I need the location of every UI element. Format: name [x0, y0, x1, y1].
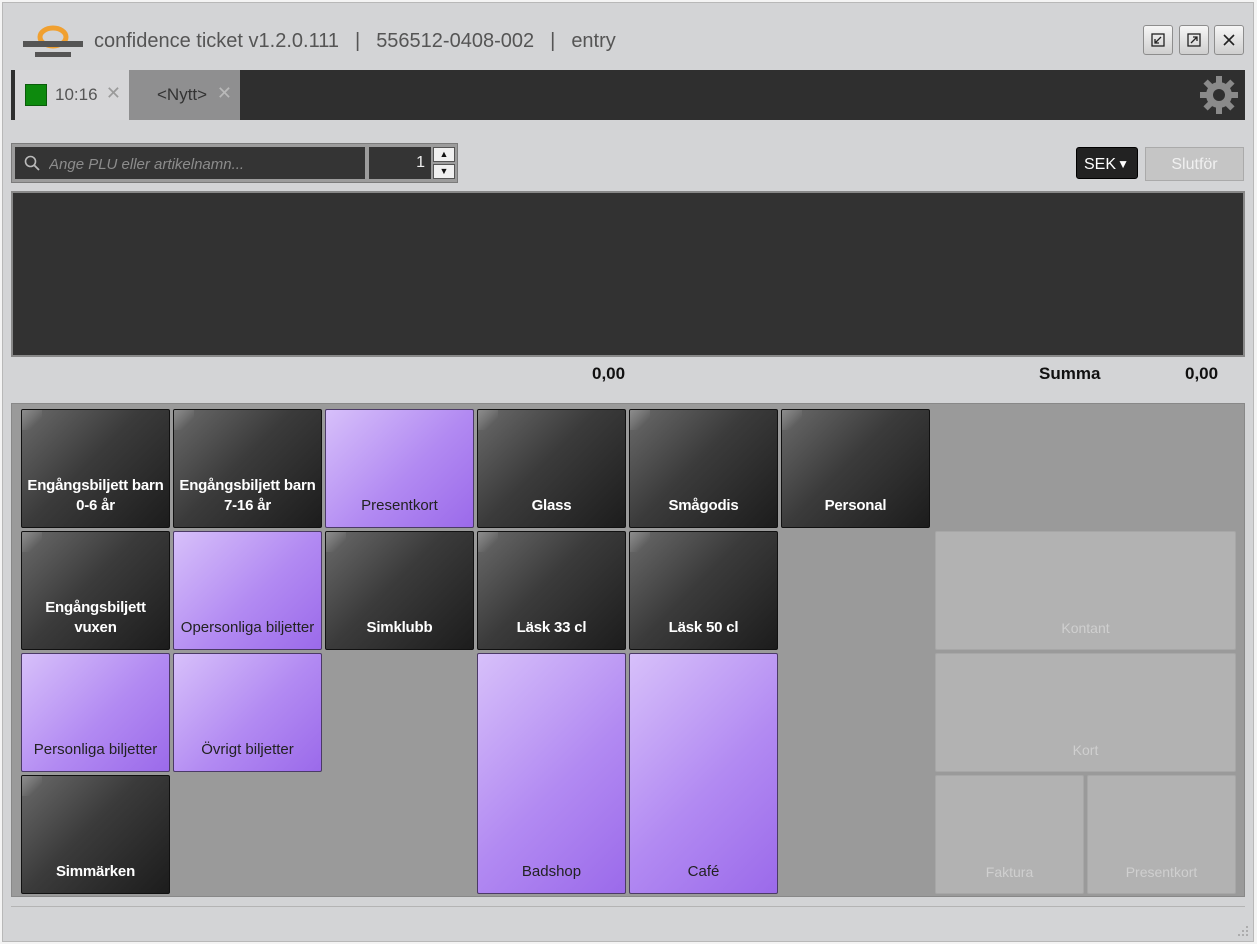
product-button[interactable]: Smågodis [629, 409, 778, 528]
resize-grip-icon[interactable] [1237, 925, 1249, 937]
payment-giftcard-button[interactable]: Presentkort [1087, 775, 1236, 894]
app-window: confidence ticket v1.2.0.111 | 556512-0408… [2, 2, 1254, 942]
product-button[interactable]: Simklubb [325, 531, 474, 650]
quantity-input[interactable]: 1 [369, 147, 431, 179]
product-button[interactable]: Engångsbiljett barn 0-6 år [21, 409, 170, 528]
product-button[interactable]: Glass [477, 409, 626, 528]
subtotal-value: 0,00 [592, 364, 626, 383]
tab-close-icon[interactable]: ✕ [106, 83, 121, 104]
product-button[interactable]: Engångsbiljett vuxen [21, 531, 170, 650]
quantity-stepper: ▲ ▼ [433, 147, 455, 179]
receipt-list[interactable] [11, 191, 1245, 357]
tab-label: <Nytt> [157, 85, 208, 104]
summa-label: Summa [1039, 364, 1101, 383]
tab-bar: 10:16 ✕ <Nytt> ✕ [11, 70, 1245, 120]
restore-up-button[interactable] [1179, 25, 1209, 55]
restore-up-icon [1187, 33, 1201, 47]
product-button[interactable]: Presentkort [325, 409, 474, 528]
product-button[interactable]: Personal [781, 409, 930, 528]
confidence-logo [23, 25, 83, 57]
product-button[interactable]: Personliga biljetter [21, 653, 170, 772]
status-divider [11, 906, 1245, 907]
quantity-up-button[interactable]: ▲ [433, 147, 455, 162]
restore-down-icon [1151, 33, 1165, 47]
settings-gear-icon[interactable] [1199, 75, 1239, 115]
product-button[interactable]: Opersonliga biljetter [173, 531, 322, 650]
title-bar[interactable]: confidence ticket v1.2.0.111 | 556512-0408… [3, 3, 1253, 69]
title-separator: | [550, 30, 556, 52]
product-button[interactable]: Café [629, 653, 778, 894]
tab-order-1016[interactable]: 10:16 ✕ [15, 70, 129, 120]
org-number: 556512-0408-002 [376, 30, 535, 52]
payment-card-button[interactable]: Kort [935, 653, 1236, 772]
product-button[interactable]: Läsk 50 cl [629, 531, 778, 650]
plu-search-field[interactable] [15, 147, 365, 179]
currency-select[interactable]: SEK ▼ [1076, 147, 1138, 179]
search-icon [24, 155, 40, 171]
product-button[interactable]: Badshop [477, 653, 626, 894]
product-button[interactable]: Simmärken [21, 775, 170, 894]
tab-label: 10:16 [55, 85, 98, 104]
app-name: confidence ticket v1.2.0.111 [94, 30, 339, 52]
product-button[interactable]: Engångsbiljett barn 7-16 år [173, 409, 322, 528]
chevron-down-icon: ▼ [1117, 157, 1129, 171]
summa-value: 0,00 [1185, 364, 1219, 383]
status-indicator [25, 84, 47, 106]
finish-button[interactable]: Slutför [1145, 147, 1244, 181]
search-bar: 1 ▲ ▼ [11, 143, 458, 183]
plu-search-input[interactable] [47, 152, 361, 176]
currency-value: SEK [1084, 156, 1117, 173]
restore-down-button[interactable] [1143, 25, 1173, 55]
quantity-down-button[interactable]: ▼ [433, 164, 455, 179]
product-button[interactable]: Övrigt biljetter [173, 653, 322, 772]
title-separator: | [354, 30, 361, 52]
close-icon [1223, 34, 1235, 46]
close-button[interactable] [1214, 25, 1244, 55]
payment-cash-button[interactable]: Kontant [935, 531, 1236, 650]
payment-invoice-button[interactable]: Faktura [935, 775, 1084, 894]
product-button[interactable]: Läsk 33 cl [477, 531, 626, 650]
product-grid: Engångsbiljett barn 0-6 år Engångsbiljet… [11, 403, 1245, 897]
tab-new[interactable]: <Nytt> ✕ [129, 70, 240, 120]
window-title: confidence ticket v1.2.0.111 | 556512-0408… [94, 30, 616, 53]
app-mode: entry [571, 30, 616, 52]
tab-close-icon[interactable]: ✕ [217, 83, 232, 104]
